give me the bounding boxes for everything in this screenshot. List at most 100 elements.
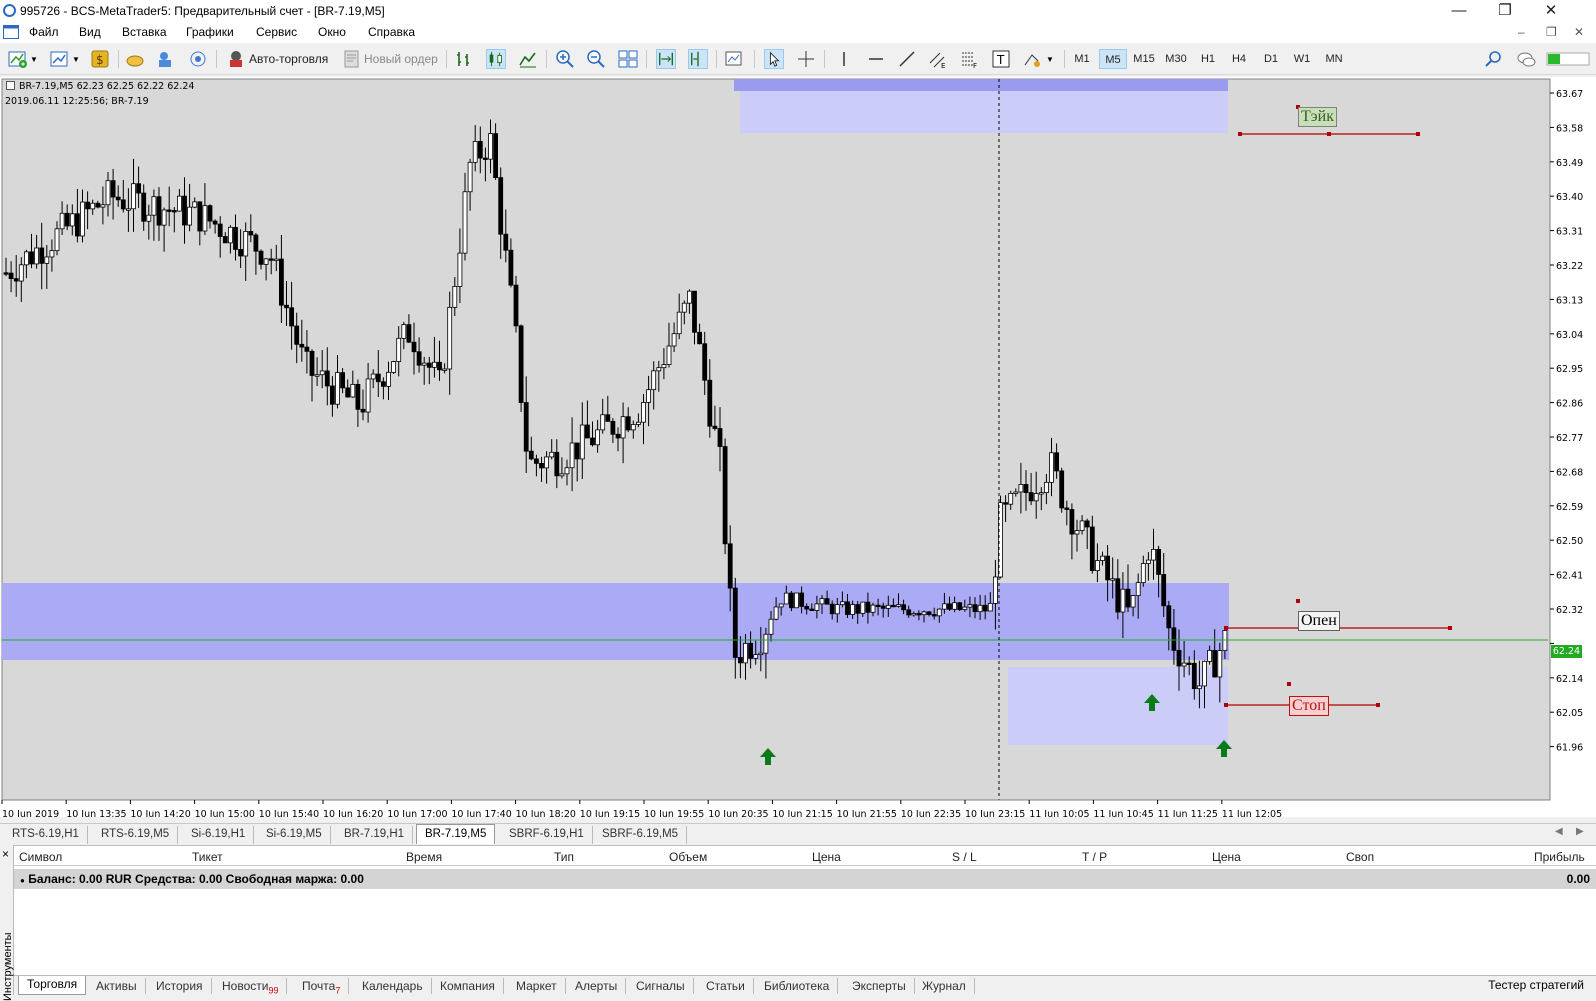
zoom-in-icon[interactable] <box>555 49 575 69</box>
horizontal-line-icon[interactable] <box>866 49 886 69</box>
mdi-minimize-button[interactable]: – <box>1518 25 1525 39</box>
timeframe-h4[interactable]: H4 <box>1225 49 1253 69</box>
profiles-icon[interactable] <box>50 49 70 69</box>
chevron-down-icon[interactable]: ▼ <box>30 55 38 64</box>
timeframe-mn[interactable]: MN <box>1320 49 1348 69</box>
chevron-down-icon[interactable]: ▼ <box>1046 55 1054 64</box>
tabs-scroll-left-icon[interactable]: ◀ <box>1555 826 1563 837</box>
equidistant-channel-icon[interactable]: E <box>928 49 948 69</box>
col-profit[interactable]: Прибыль <box>1534 850 1585 864</box>
col-symbol[interactable]: Символ <box>19 850 62 864</box>
new-order-button[interactable]: Новый ордер <box>364 48 438 70</box>
chevron-down-icon[interactable]: ▼ <box>72 55 80 64</box>
zoom-out-icon[interactable] <box>586 49 606 69</box>
col-swap[interactable]: Своп <box>1346 850 1374 864</box>
menu-file[interactable]: Файл <box>29 25 59 39</box>
timeframe-m5[interactable]: M5 <box>1099 49 1127 69</box>
tab-company[interactable]: Компания <box>432 978 504 994</box>
tab-trade[interactable]: Торговля <box>18 976 87 995</box>
menu-help[interactable]: Справка <box>368 25 415 39</box>
menu-view[interactable]: Вид <box>79 25 101 39</box>
autoscroll-icon[interactable] <box>656 49 676 69</box>
chart-window[interactable]: 63.67 63.58 63.49 63.40 63.31 63.22 63.13 63.04… <box>0 77 1596 820</box>
col-ticket[interactable]: Тикет <box>192 850 223 864</box>
chart-shift-icon[interactable] <box>688 49 708 69</box>
timeframe-m1[interactable]: M1 <box>1068 49 1096 69</box>
tab-signals[interactable]: Сигналы <box>628 978 694 994</box>
vertical-line-icon[interactable] <box>834 49 854 69</box>
tab-alerts[interactable]: Алерты <box>567 978 627 994</box>
search-icon[interactable] <box>1484 49 1504 69</box>
collapse-icon[interactable]: ● <box>20 876 25 885</box>
tab-mail[interactable]: Почта7 <box>294 978 350 995</box>
tab-assets[interactable]: Активы <box>88 978 146 994</box>
templates-icon[interactable] <box>724 49 744 69</box>
minimize-button[interactable]: — <box>1436 0 1482 22</box>
mdi-close-button[interactable]: ✕ <box>1574 25 1584 39</box>
timeframe-m15[interactable]: M15 <box>1130 49 1158 69</box>
col-price-current[interactable]: Цена <box>1212 850 1241 864</box>
chart-menu-icon[interactable] <box>6 81 15 90</box>
menu-window[interactable]: Окно <box>318 25 346 39</box>
trendline-icon[interactable] <box>897 49 917 69</box>
tile-windows-icon[interactable] <box>618 49 638 69</box>
col-time[interactable]: Время <box>406 850 442 864</box>
auto-trading-icon[interactable] <box>226 49 246 69</box>
open-label[interactable]: Опен <box>1298 611 1340 631</box>
tab-sbrf-m5[interactable]: SBRF-6.19,M5 <box>594 826 688 844</box>
timeframe-h1[interactable]: H1 <box>1194 49 1222 69</box>
timeframe-d1[interactable]: D1 <box>1257 49 1285 69</box>
tab-sbrf-h1[interactable]: SBRF-6.19,H1 <box>501 826 593 844</box>
col-type[interactable]: Тип <box>554 850 574 864</box>
col-sl[interactable]: S / L <box>952 850 977 864</box>
tab-articles[interactable]: Статьи <box>698 978 754 994</box>
chat-icon[interactable] <box>1516 49 1536 69</box>
menu-insert[interactable]: Вставка <box>122 25 167 39</box>
close-button[interactable]: ✕ <box>1528 0 1574 22</box>
tab-rts-h1[interactable]: RTS-6.19,H1 <box>4 826 88 844</box>
cursor-icon[interactable] <box>764 49 784 69</box>
tab-journal[interactable]: Журнал <box>914 978 975 994</box>
arrows-icon[interactable] <box>1022 49 1042 69</box>
auto-trading-button[interactable]: Авто-торговля <box>249 48 328 70</box>
text-icon[interactable]: T <box>991 49 1011 69</box>
navigator-icon[interactable] <box>156 49 176 69</box>
menu-charts[interactable]: Графики <box>186 25 234 39</box>
signals-icon[interactable] <box>188 49 208 69</box>
tab-experts[interactable]: Эксперты <box>844 978 915 994</box>
stop-label[interactable]: Стоп <box>1289 696 1329 716</box>
tab-si-h1[interactable]: Si-6.19,H1 <box>183 826 255 844</box>
mdi-restore-button[interactable]: ❐ <box>1546 25 1557 39</box>
tab-library[interactable]: Библиотека <box>756 978 839 994</box>
tabs-scroll-right-icon[interactable]: ▶ <box>1576 826 1584 837</box>
tab-market[interactable]: Маркет <box>508 978 566 994</box>
close-icon[interactable]: × <box>2 847 9 861</box>
tab-news[interactable]: Новости99 <box>214 978 288 995</box>
line-chart-icon[interactable] <box>518 49 538 69</box>
strategy-tester-tab[interactable]: Тестер стратегий <box>1488 978 1584 992</box>
crosshair-icon[interactable] <box>796 49 816 69</box>
tab-history[interactable]: История <box>148 978 212 994</box>
take-label[interactable]: Тэйк <box>1298 107 1337 127</box>
new-chart-icon[interactable] <box>8 49 28 69</box>
new-order-icon[interactable] <box>342 49 362 69</box>
tab-br-h1[interactable]: BR-7.19,H1 <box>336 826 414 844</box>
col-price-open[interactable]: Цена <box>812 850 841 864</box>
balance-row[interactable]: ● Баланс: 0.00 RUR Средства: 0.00 Свобод… <box>14 869 1596 889</box>
data-window-icon[interactable] <box>125 49 145 69</box>
restore-button[interactable]: ❐ <box>1482 0 1528 22</box>
col-tp[interactable]: T / P <box>1082 850 1107 864</box>
tab-br-m5[interactable]: BR-7.19,M5 <box>416 824 496 844</box>
col-volume[interactable]: Объем <box>669 850 707 864</box>
bar-chart-icon[interactable] <box>455 49 475 69</box>
tab-rts-m5[interactable]: RTS-6.19,M5 <box>93 826 179 844</box>
candlestick-chart-icon[interactable] <box>486 49 506 69</box>
menu-tools[interactable]: Сервис <box>256 25 297 39</box>
timeframe-w1[interactable]: W1 <box>1288 49 1316 69</box>
market-watch-icon[interactable]: $ <box>90 49 110 69</box>
chart-window-icon[interactable] <box>3 25 19 39</box>
tab-si-m5[interactable]: Si-6.19,M5 <box>258 826 331 844</box>
tab-calendar[interactable]: Календарь <box>354 978 432 994</box>
price-chart[interactable]: 63.67 63.58 63.49 63.40 63.31 63.22 63.13 63.04… <box>0 77 1596 820</box>
fibonacci-icon[interactable]: F <box>960 49 980 69</box>
